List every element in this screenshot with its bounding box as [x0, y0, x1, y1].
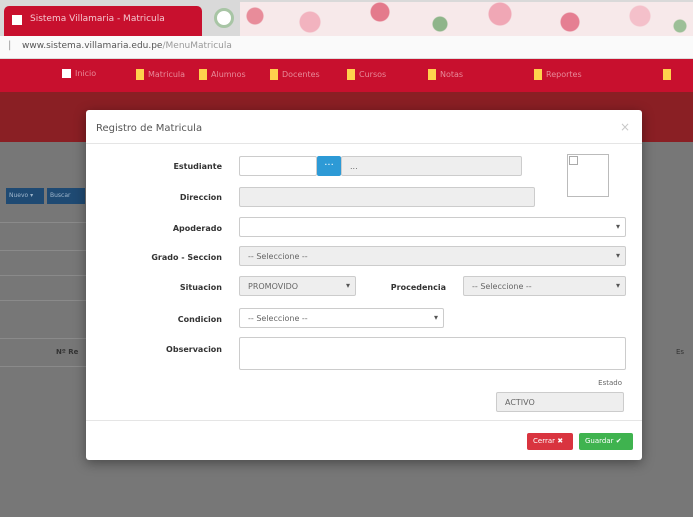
browser-tab-title: Sistema Villamaria - Matricula	[30, 14, 165, 24]
home-icon	[62, 69, 71, 78]
modal-header: Registro de Matricula ×	[86, 110, 642, 144]
observacion-label: Observacion	[166, 345, 222, 354]
observacion-textarea[interactable]	[239, 337, 626, 370]
bg-table-header-left: Nº Re	[56, 348, 79, 356]
chevron-down-icon: ▾	[615, 281, 620, 290]
grado-seccion-label: Grado - Seccion	[151, 253, 222, 262]
grado-seccion-value: -- Seleccione --	[248, 252, 308, 261]
address-bar[interactable]: | www.sistema.villamaria.edu.pe/MenuMatr…	[0, 36, 693, 59]
estudiante-code-input[interactable]	[239, 156, 317, 176]
broken-image-icon	[569, 156, 578, 165]
direccion-field	[239, 187, 535, 207]
nav-label: Cursos	[359, 70, 387, 79]
bg-divider	[0, 366, 86, 367]
bg-divider	[0, 222, 86, 223]
nav-item-5[interactable]: Notas	[428, 69, 463, 81]
address-url[interactable]: www.sistema.villamaria.edu.pe/MenuMatric…	[22, 41, 232, 51]
direccion-label: Direccion	[179, 193, 222, 202]
chevron-down-icon: ▾	[433, 313, 438, 322]
folder-icon	[347, 69, 355, 80]
folder-icon	[270, 69, 278, 80]
bg-divider	[0, 250, 86, 251]
guardar-button[interactable]: Guardar ✔	[579, 433, 633, 450]
modal-title: Registro de Matricula	[96, 123, 203, 134]
situacion-value: PROMOVIDO	[248, 282, 299, 291]
folder-icon	[136, 69, 144, 80]
browser-tab-strip: Sistema Villamaria - Matricula	[0, 0, 693, 36]
cerrar-button[interactable]: Cerrar ✖	[527, 433, 573, 450]
close-icon[interactable]: ×	[620, 120, 630, 134]
nav-label: Inicio	[75, 69, 97, 78]
bg-new-button: Nuevo ▾	[6, 188, 44, 204]
bg-divider	[0, 275, 86, 276]
chevron-down-icon: ▾	[615, 222, 620, 231]
estado-field: ACTIVO	[496, 392, 624, 412]
browser-tab-active[interactable]: Sistema Villamaria - Matricula	[4, 6, 202, 36]
url-path: /MenuMatricula	[162, 41, 232, 51]
apoderado-select[interactable]: ▾	[239, 217, 626, 237]
nav-item-4[interactable]: Cursos	[347, 69, 386, 81]
search-estudiante-button[interactable]: ...	[317, 156, 341, 176]
nav-item-7[interactable]	[663, 69, 675, 81]
browser-theme-background	[240, 2, 693, 36]
chevron-down-icon: ▾	[615, 251, 620, 260]
nav-label: Reportes	[546, 70, 582, 79]
site-navbar: Inicio Matricula Alumnos Docentes Cursos…	[0, 59, 693, 92]
bg-divider	[0, 338, 86, 339]
favicon-icon	[12, 15, 22, 25]
new-tab-icon[interactable]	[214, 8, 234, 28]
nav-label: Alumnos	[211, 70, 246, 79]
modal-footer-divider	[86, 420, 642, 421]
nav-label: Docentes	[282, 70, 320, 79]
condicion-label: Condicion	[177, 315, 222, 324]
student-photo	[567, 154, 609, 197]
procedencia-label: Procedencia	[390, 283, 446, 292]
nav-item-2[interactable]: Alumnos	[199, 69, 246, 81]
nav-item-1[interactable]: Matricula	[136, 69, 185, 81]
nav-label: Matricula	[148, 70, 186, 79]
condicion-value: -- Seleccione --	[248, 314, 308, 323]
estudiante-label: Estudiante	[173, 162, 222, 171]
grado-seccion-select[interactable]: -- Seleccione -- ▾	[239, 246, 626, 266]
condicion-select[interactable]: -- Seleccione -- ▾	[239, 308, 444, 328]
nav-item-home[interactable]: Inicio	[62, 69, 96, 81]
folder-icon	[428, 69, 436, 80]
address-separator: |	[8, 40, 12, 51]
procedencia-value: -- Seleccione --	[472, 282, 532, 291]
bg-table-header-right: Es	[676, 348, 685, 356]
situacion-label: Situacion	[179, 283, 222, 292]
folder-icon	[663, 69, 671, 80]
nav-item-3[interactable]: Docentes	[270, 69, 320, 81]
estudiante-name-field: ...	[341, 156, 522, 176]
estado-label: Estado	[598, 379, 622, 387]
folder-icon	[534, 69, 542, 80]
url-host: www.sistema.villamaria.edu.pe	[22, 41, 163, 51]
folder-icon	[199, 69, 207, 80]
bg-search-button: Buscar	[47, 188, 85, 204]
registro-matricula-modal: Registro de Matricula × Estudiante ... .…	[86, 110, 642, 460]
apoderado-label: Apoderado	[172, 224, 222, 233]
nav-item-6[interactable]: Reportes	[534, 69, 582, 81]
bg-divider	[0, 300, 86, 301]
procedencia-select[interactable]: -- Seleccione -- ▾	[463, 276, 626, 296]
nav-label: Notas	[440, 70, 464, 79]
